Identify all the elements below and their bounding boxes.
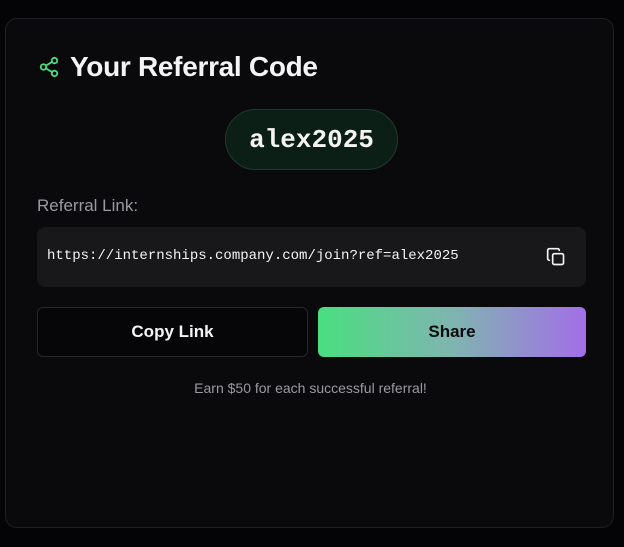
referral-link-url: https://internships.company.com/join?ref… (47, 248, 459, 264)
referral-reward-note: Earn $50 for each successful referral! (194, 380, 427, 396)
referral-code-badge: alex2025 (225, 109, 398, 170)
share-button[interactable]: Share (318, 307, 586, 357)
referral-link-field[interactable]: https://internships.company.com/join?ref… (37, 227, 586, 287)
referral-card: Your Referral Code alex2025 Referral Lin… (5, 18, 614, 528)
copy-link-button[interactable]: Copy Link (37, 307, 308, 357)
share-icon (38, 56, 60, 78)
card-title: Your Referral Code (70, 51, 318, 82)
referral-link-label: Referral Link: (37, 196, 139, 215)
copy-icon[interactable] (544, 245, 568, 269)
card-header: Your Referral Code (38, 51, 318, 83)
